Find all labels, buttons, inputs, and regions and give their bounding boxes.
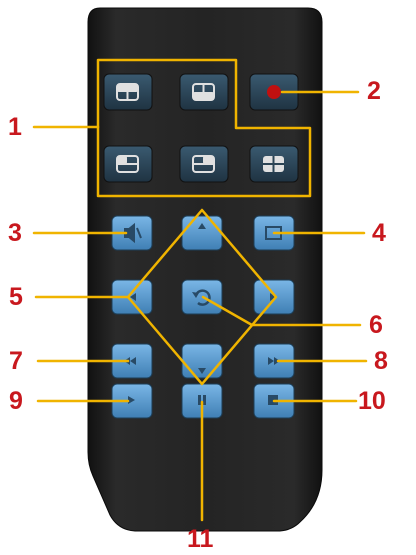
callout-label-3: 3	[8, 219, 22, 247]
callout-label-10: 10	[358, 387, 386, 415]
callout-label-7: 7	[9, 347, 23, 375]
callout-label-8: 8	[374, 347, 388, 375]
view-mode-button[interactable]	[179, 145, 229, 183]
view-mode-button[interactable]	[103, 145, 153, 183]
callout-label-1: 1	[8, 113, 22, 141]
quad-view-icon	[263, 156, 284, 172]
record-dot-icon	[267, 85, 281, 99]
view-mode-button[interactable]	[103, 73, 153, 111]
down-button[interactable]	[181, 343, 223, 379]
callout-label-9: 9	[9, 387, 23, 415]
callout-label-4: 4	[372, 219, 386, 247]
view-mode-button[interactable]	[249, 145, 299, 183]
callout-label-5: 5	[9, 283, 23, 311]
up-button[interactable]	[181, 215, 223, 251]
view-mode-button[interactable]	[179, 73, 229, 111]
remote-diagram	[32, 7, 368, 532]
callout-label-11: 11	[187, 525, 214, 553]
right-button[interactable]	[253, 279, 295, 315]
callout-label-6: 6	[369, 311, 383, 339]
callout-label-2: 2	[367, 77, 381, 105]
